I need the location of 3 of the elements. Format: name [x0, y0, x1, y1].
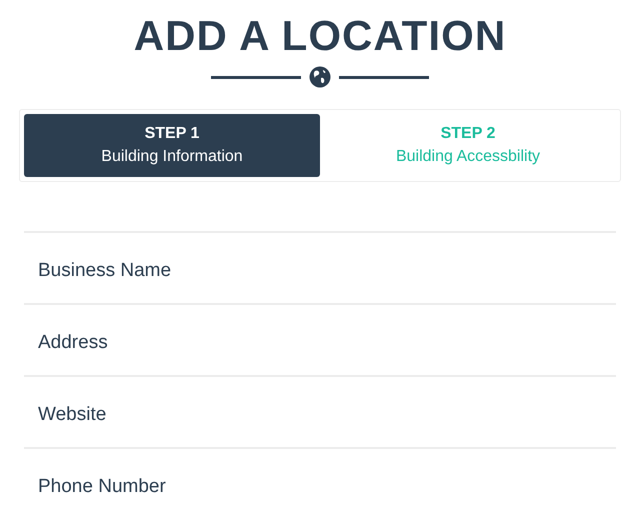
- globe-icon: [309, 66, 331, 88]
- page-title: ADD A LOCATION: [134, 12, 506, 60]
- step-tab[interactable]: STEP 1 Building Information: [24, 114, 320, 177]
